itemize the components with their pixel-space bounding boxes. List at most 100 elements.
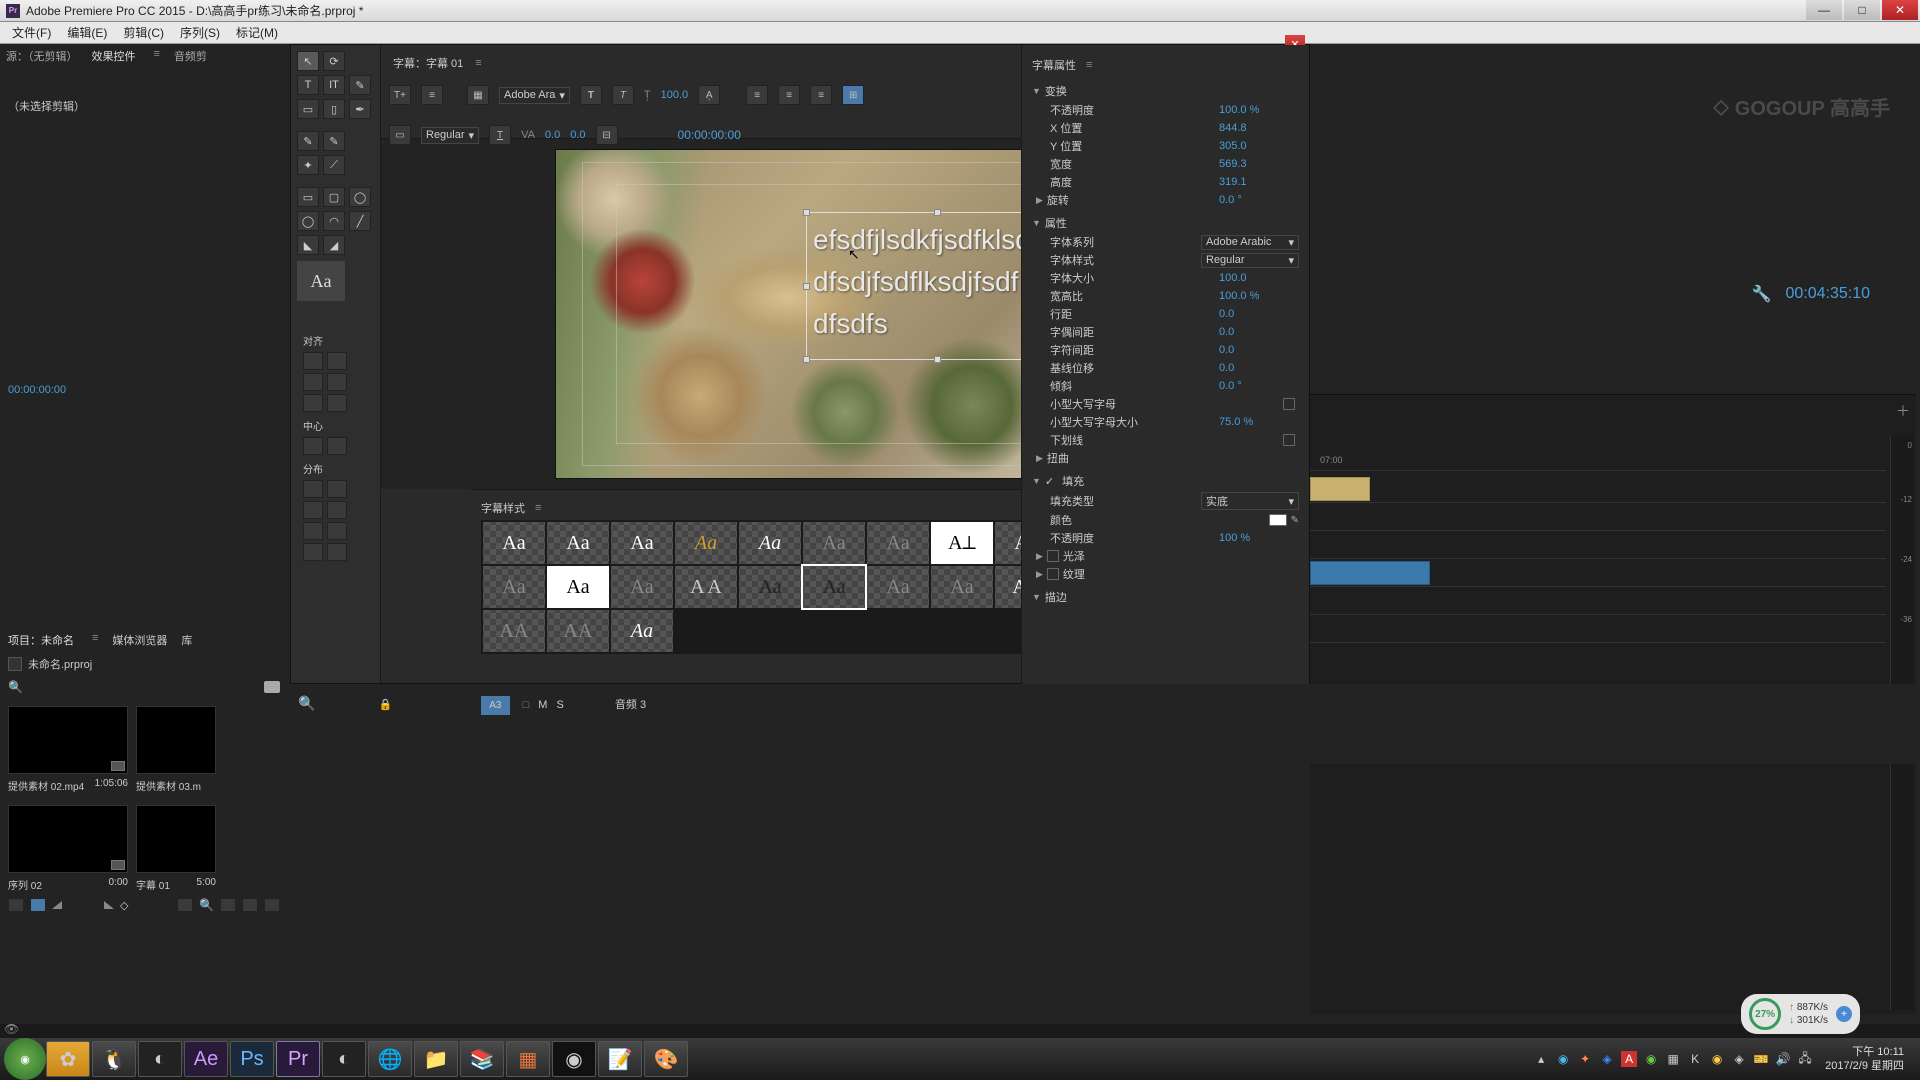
minimize-button[interactable]: — [1806,0,1842,20]
dist-right[interactable] [303,501,323,519]
twisty-icon[interactable]: ▼ [1032,476,1041,486]
icon-view-button[interactable] [30,898,46,912]
audio-track[interactable] [1310,587,1886,615]
kerning-value[interactable]: 0.0 [545,129,560,141]
project-item[interactable]: 提供素材 03.m [136,706,216,793]
audio-track[interactable] [1310,615,1886,643]
style-swatch[interactable]: Aa [547,522,609,564]
tray-icon[interactable]: ▦ [1665,1051,1681,1067]
clip[interactable] [1310,477,1370,501]
italic-button[interactable]: T [612,85,634,105]
type-tool[interactable]: T [297,75,319,95]
network-speed-widget[interactable]: 27% ↑ 887K/s ↓ 301K/s + [1741,994,1860,1034]
vertical-type-tool[interactable]: IT [323,75,345,95]
lock-icon[interactable]: 🔒 [379,699,393,711]
dist-center-h[interactable] [327,480,347,498]
templates-button[interactable]: ▦ [467,85,489,105]
tray-icon[interactable]: ✦ [1577,1051,1593,1067]
tray-icon-adobe[interactable]: A [1621,1051,1637,1067]
tray-icon[interactable]: ◈ [1731,1051,1747,1067]
close-button[interactable]: ✕ [1882,0,1918,20]
pen-tool[interactable]: ✒ [349,99,371,119]
tray-icon[interactable]: 🎫 [1753,1051,1769,1067]
style-swatch[interactable]: AA [483,610,545,652]
sheen-checkbox[interactable] [1047,550,1059,562]
taskbar-clock[interactable]: 下午 10:11 2017/2/9 星期四 [1819,1045,1910,1074]
style-swatch[interactable]: A⟂ [931,522,993,564]
font-family-select[interactable]: Adobe Ara▾ [499,87,570,104]
show-video-button[interactable]: ▭ [389,125,411,145]
texture-checkbox[interactable] [1047,568,1059,580]
taskbar-app-ps[interactable]: Ps [230,1041,274,1077]
taskbar-app-c4d[interactable]: ◐ [138,1041,182,1077]
underline-button[interactable]: T [489,125,511,145]
taskbar-app-chrome[interactable]: 🌐 [368,1041,412,1077]
new-bin-button[interactable] [220,898,236,912]
style-swatch[interactable]: Aa [611,566,673,608]
pen-delete-tool[interactable]: ✎ [323,131,345,151]
tray-icon-nvidia[interactable]: ◉ [1643,1051,1659,1067]
add-track-icon[interactable]: ＋ [1896,401,1910,421]
automate-button[interactable] [177,898,193,912]
align-left[interactable] [303,352,323,370]
style-swatch[interactable]: Aa [931,566,993,608]
dist-left[interactable] [303,480,323,498]
taskbar-app-pr[interactable]: Pr [276,1041,320,1077]
line-tool[interactable]: ╱ [349,211,371,231]
new-item-button[interactable] [242,898,258,912]
project-item[interactable]: 序列 020:00 [8,805,128,892]
slant-value[interactable]: 0.0 ° [1219,380,1299,392]
project-item[interactable]: 字幕 015:00 [136,805,216,892]
style-swatch-selected[interactable]: Aa [803,566,865,608]
font-family-select[interactable]: Adobe Arabic▾ [1201,235,1299,250]
arc-tool[interactable]: ◠ [323,211,345,231]
style-swatch[interactable]: Aa [483,522,545,564]
mute-label[interactable]: M [538,699,547,711]
tab-audio[interactable]: 音频剪 [174,48,207,64]
delete-button[interactable] [264,898,280,912]
tray-icon[interactable]: ◈ [1599,1051,1615,1067]
align-right-text[interactable]: ≡ [810,85,832,105]
resize-handle[interactable] [803,283,810,290]
twisty-icon[interactable]: ▼ [1032,592,1041,602]
style-swatch[interactable]: Aa [675,522,737,564]
folder-icon[interactable] [264,681,280,693]
y-position-value[interactable]: 305.0 [1219,140,1299,152]
center-h[interactable] [303,437,323,455]
pen-add-tool[interactable]: ✎ [297,131,319,151]
tab-stops-button[interactable]: ⊞ [842,85,864,105]
leading-value[interactable]: 0.0 [1219,308,1299,320]
bold-button[interactable]: T [580,85,602,105]
search-icon[interactable]: 🔍 [8,680,23,694]
twisty-icon[interactable]: ▶ [1036,569,1043,580]
menu-sequence[interactable]: 序列(S) [172,22,228,43]
program-timecode[interactable]: 00:04:35:10 [1785,285,1870,303]
style-swatch[interactable]: Aa [867,566,929,608]
underline-checkbox[interactable] [1283,434,1295,446]
style-swatch[interactable]: AA [547,610,609,652]
path-type-tool[interactable]: ✎ [349,75,371,95]
styles-menu-icon[interactable]: ≡ [535,502,541,514]
taskbar-app-explorer[interactable]: 📁 [414,1041,458,1077]
zoom-icon[interactable]: 🔍 [298,695,315,711]
baseline-value[interactable]: 0.0 [1219,362,1299,374]
dist-bottom[interactable] [327,522,347,540]
tray-icon[interactable]: ◉ [1555,1051,1571,1067]
resize-handle[interactable] [803,356,810,363]
taskbar-app-paint[interactable]: 🎨 [644,1041,688,1077]
taskbar-app-c4d-2[interactable]: ◐ [322,1041,366,1077]
menu-clip[interactable]: 剪辑(C) [115,22,172,43]
rounded-rect-tool[interactable]: ▢ [323,187,345,207]
style-swatch[interactable]: Aa [867,522,929,564]
aspect-value[interactable]: 100.0 % [1219,290,1299,302]
panel-menu-icon[interactable]: ≡ [154,48,160,64]
anchor-tool[interactable]: ✦ [297,155,319,175]
timeline-ruler[interactable]: 07:00 [1310,455,1886,471]
info-eye-icon[interactable]: 👁 [4,1022,19,1036]
twisty-icon[interactable]: ▼ [1032,86,1041,96]
new-title-button[interactable]: T+ [389,85,411,105]
width-value[interactable]: 569.3 [1219,158,1299,170]
tab-libraries[interactable]: 库 [181,632,192,648]
style-swatch[interactable]: Aa [611,610,673,652]
tab-media-browser[interactable]: 媒体浏览器 [112,632,167,648]
